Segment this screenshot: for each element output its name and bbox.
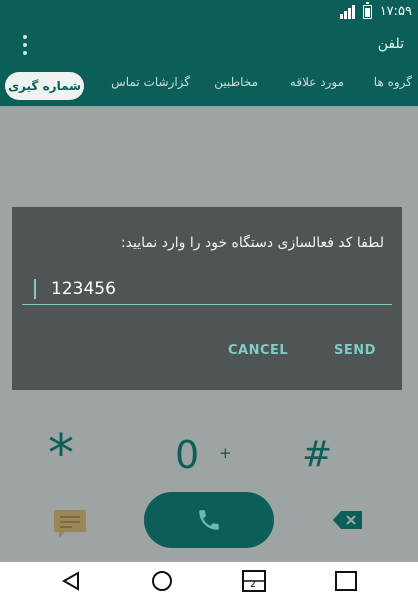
dialog-message: لطفا کد فعالسازی دستگاه خود را وارد نمای… xyxy=(120,235,384,251)
notifications-icon[interactable] xyxy=(334,570,358,592)
screen: ۱۷:۵۹ تلفن گروه ها مورد علاقه مخاطبین گز… xyxy=(0,0,418,600)
activation-code-value: 123456 xyxy=(51,279,116,299)
cancel-button[interactable]: CANCEL xyxy=(228,343,288,358)
app-title: تلفن xyxy=(377,36,404,52)
dial-key-hash[interactable]: # xyxy=(302,437,332,473)
app-bar: تلفن xyxy=(0,24,418,66)
recents-label: 2 xyxy=(250,580,256,590)
dial-key-zero[interactable]: 0 xyxy=(175,436,199,474)
backspace-icon[interactable] xyxy=(332,510,364,530)
home-icon[interactable] xyxy=(150,570,174,592)
dial-key-star[interactable]: * xyxy=(48,428,74,480)
signal-icon xyxy=(340,5,356,19)
menu-icon[interactable] xyxy=(20,33,30,57)
message-icon[interactable] xyxy=(54,510,86,538)
dial-key-plus-label: + xyxy=(219,444,232,462)
recents-button[interactable]: 2 xyxy=(242,570,266,592)
status-bar: ۱۷:۵۹ xyxy=(0,0,418,24)
tab-call-logs[interactable]: گزارشات تماس xyxy=(111,75,190,89)
tab-groups[interactable]: گروه ها xyxy=(374,75,412,89)
back-icon[interactable] xyxy=(60,570,82,592)
send-button[interactable]: SEND xyxy=(334,343,376,358)
tab-bar: گروه ها مورد علاقه مخاطبین گزارشات تماس … xyxy=(0,66,418,106)
phone-icon xyxy=(199,510,219,530)
status-time: ۱۷:۵۹ xyxy=(379,4,412,19)
tab-dialer[interactable]: شماره گیری xyxy=(5,72,84,100)
tab-contacts[interactable]: مخاطبین xyxy=(214,75,258,89)
activation-dialog: لطفا کد فعالسازی دستگاه خود را وارد نمای… xyxy=(12,207,402,390)
tab-favorites[interactable]: مورد علاقه xyxy=(290,75,344,89)
battery-icon xyxy=(363,2,372,19)
text-cursor xyxy=(34,279,36,299)
call-button[interactable] xyxy=(144,492,274,548)
activation-code-input[interactable]: 123456 xyxy=(22,277,392,305)
navigation-bar: 2 xyxy=(0,562,418,600)
